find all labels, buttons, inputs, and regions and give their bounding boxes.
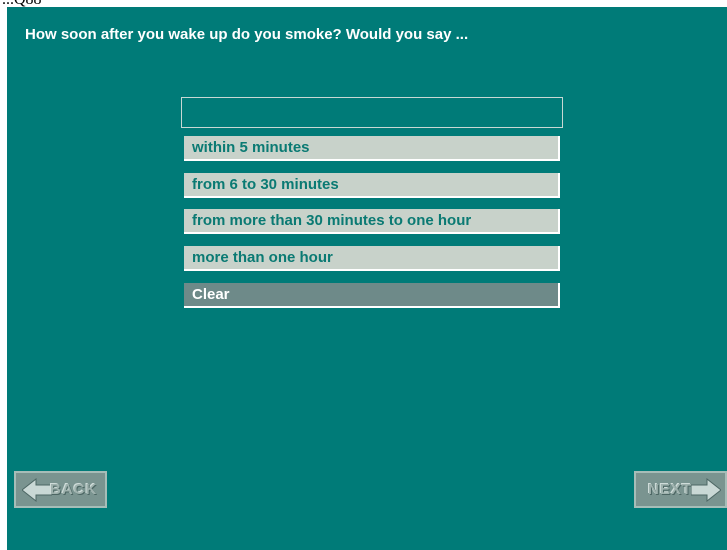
option-within-5-minutes[interactable]: within 5 minutes bbox=[184, 136, 560, 161]
option-30-minutes-to-one-hour[interactable]: from more than 30 minutes to one hour bbox=[184, 209, 560, 234]
back-button[interactable]: BACK bbox=[14, 471, 107, 508]
next-button[interactable]: NEXT bbox=[634, 471, 727, 508]
clear-button[interactable]: Clear bbox=[184, 283, 560, 308]
answer-input[interactable] bbox=[181, 97, 563, 128]
back-label: BACK bbox=[50, 481, 98, 498]
option-6-to-30-minutes[interactable]: from 6 to 30 minutes bbox=[184, 173, 560, 198]
question-text: How soon after you wake up do you smoke?… bbox=[25, 26, 469, 43]
arrow-left-icon bbox=[22, 478, 52, 502]
survey-panel: How soon after you wake up do you smoke?… bbox=[7, 7, 727, 550]
option-more-than-one-hour[interactable]: more than one hour bbox=[184, 246, 560, 271]
arrow-right-icon bbox=[691, 478, 721, 502]
next-label: NEXT bbox=[648, 481, 693, 498]
